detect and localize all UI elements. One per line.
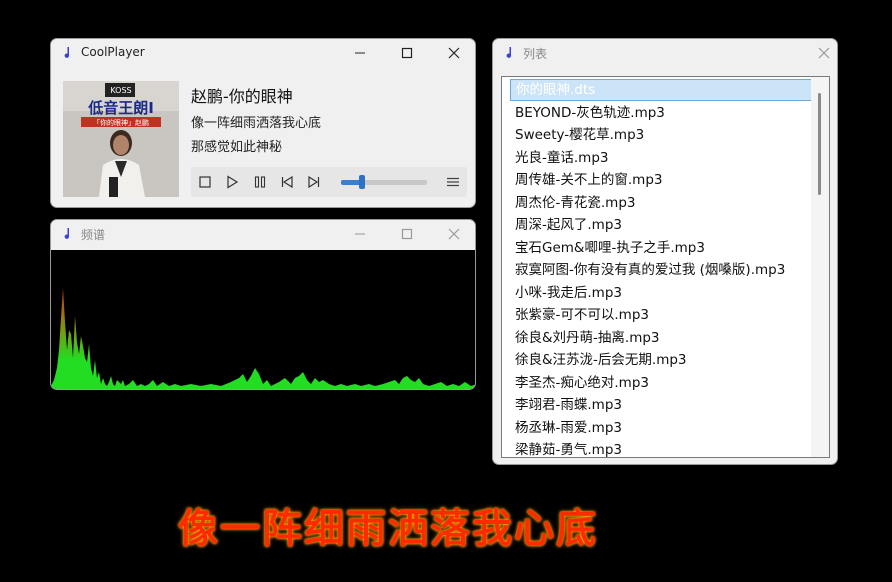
playlist-item[interactable]: 徐良&刘丹萌-抽离.mp3 [510,327,810,349]
playlist-list[interactable]: 你的眼神.dts BEYOND-灰色轨迹.mp3 Sweety-樱花草.mp3 光良-… [501,76,830,458]
close-button[interactable] [431,220,475,248]
playlist-item[interactable]: 梁静茹-勇气.mp3 [510,439,810,457]
playlist-item[interactable]: 周深-起风了.mp3 [510,214,810,236]
playlist-item[interactable]: 李圣杰-痴心绝对.mp3 [510,372,810,394]
playlist-item[interactable]: 宝石Gem&唧哩-执子之手.mp3 [510,237,810,259]
pause-icon[interactable] [252,174,268,190]
playlist-item[interactable]: 徐良&汪苏泷-后会无期.mp3 [510,349,810,371]
playlist-window: 列表 你的眼神.dts BEYOND-灰色轨迹.mp3 Sweety-樱花草.mp3… [492,38,838,465]
playlist-item[interactable]: 光良-童话.mp3 [510,147,810,169]
playlist-item[interactable]: 李翊君-雨蝶.mp3 [510,394,810,416]
lyric-next: 那感觉如此神秘 [191,140,283,155]
maximize-button[interactable] [384,39,430,67]
window-title: 频谱 [81,228,106,242]
next-icon[interactable] [306,174,322,190]
playlist-item[interactable]: 张紫豪-可不可以.mp3 [510,304,810,326]
playlist-item[interactable]: 你的眼神.dts [510,79,820,101]
playlist-item[interactable]: Sweety-樱花草.mp3 [510,124,810,146]
window-title: 列表 [523,47,548,61]
album-cover: KOSS 低音王朗I 「你的眼神」赵鹏 [63,81,179,197]
lyric-current: 像一阵细雨洒落我心底 [191,116,322,131]
playlist-item[interactable]: BEYOND-灰色轨迹.mp3 [510,102,810,124]
song-title: 赵鹏-你的眼神 [191,87,293,106]
playlist-item[interactable]: 寂寞阿图-你有没有真的爱过我 (烟嗓版).mp3 [510,259,810,281]
previous-icon[interactable] [279,174,295,190]
player-window: CoolPlayer KOSS 低音王朗I 「你的眼神」赵鹏 赵鹏-你的眼神 像… [50,38,476,208]
playlist-item[interactable]: 杨丞琳-雨爱.mp3 [510,417,810,439]
svg-text:「你的眼神」赵鹏: 「你的眼神」赵鹏 [93,118,149,127]
spectrum-window: 频谱 [50,219,476,390]
desktop-lyric: 像一阵细雨洒落我心底 [178,506,598,552]
playlist-item[interactable]: 小咪-我走后.mp3 [510,282,810,304]
music-note-icon [64,47,70,58]
minimize-button[interactable] [337,220,383,248]
window-title: CoolPlayer [81,45,145,59]
stop-icon[interactable] [197,174,213,190]
scrollbar-thumb[interactable] [818,93,821,195]
control-bar [191,167,467,197]
svg-text:KOSS: KOSS [110,86,131,95]
playlist-item[interactable]: 周杰伦-青花瓷.mp3 [510,192,810,214]
player-titlebar[interactable]: CoolPlayer [51,39,475,67]
music-note-icon [506,47,512,58]
playlist-item[interactable]: 周传雄-关不上的窗.mp3 [510,169,810,191]
maximize-button[interactable] [384,220,430,248]
progress-thumb[interactable] [358,175,365,189]
play-icon[interactable] [224,174,240,190]
close-button[interactable] [801,39,837,67]
svg-text:低音王朗I: 低音王朗I [87,99,154,117]
minimize-button[interactable] [337,39,383,67]
playlist-titlebar[interactable]: 列表 [493,39,837,67]
close-button[interactable] [431,39,475,67]
spectrum-visualizer [51,250,475,389]
spectrum-titlebar[interactable]: 频谱 [51,220,475,248]
music-note-icon [64,228,70,239]
scrollbar[interactable] [811,77,829,457]
progress-slider[interactable] [341,175,427,189]
menu-icon[interactable] [445,174,461,190]
